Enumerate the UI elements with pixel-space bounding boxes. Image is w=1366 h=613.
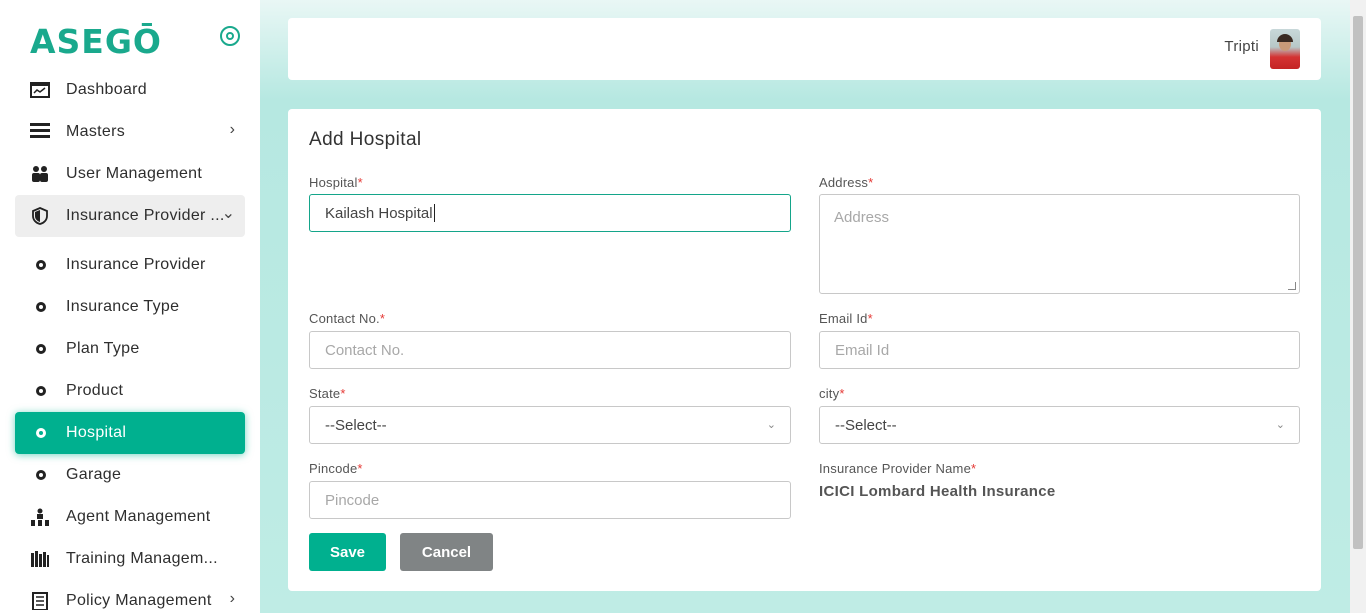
sidebar-item-label: Training Managem... <box>66 550 218 567</box>
dashboard-icon <box>30 81 50 99</box>
sidebar-item-label: Insurance Provider <box>66 256 206 273</box>
sidebar-item-label: Masters <box>66 123 125 140</box>
sidebar-item-garage[interactable]: Garage <box>15 454 245 496</box>
contact-input[interactable]: Contact No. <box>309 331 791 369</box>
pincode-input[interactable]: Pincode <box>309 481 791 519</box>
bullet-icon <box>36 302 46 312</box>
hospital-input[interactable]: Kailash Hospital <box>309 194 791 232</box>
users-icon <box>30 165 50 183</box>
state-select[interactable]: --Select-- ⌄ <box>309 406 791 444</box>
pincode-label: Pincode* <box>309 461 363 476</box>
cancel-button[interactable]: Cancel <box>400 533 493 571</box>
bullet-icon <box>36 386 46 396</box>
sidebar: ASEGŌ Dashboard Masters › User Managemen… <box>0 0 260 613</box>
scrollbar[interactable] <box>1350 0 1366 613</box>
sidebar-item-label: Hospital <box>66 424 127 441</box>
brand-logo: ASEGŌ <box>30 22 162 61</box>
sidebar-item-training-management[interactable]: Training Managem... <box>15 538 245 580</box>
email-input[interactable]: Email Id <box>819 331 1300 369</box>
scrollbar-thumb[interactable] <box>1353 16 1363 549</box>
top-bar: Tripti <box>288 18 1321 80</box>
sidebar-item-plan-type[interactable]: Plan Type <box>15 328 245 370</box>
sidebar-item-dashboard[interactable]: Dashboard <box>15 69 245 111</box>
sidebar-item-label: Insurance Provider ... <box>66 207 225 224</box>
city-label: city* <box>819 386 845 401</box>
bullet-icon <box>36 428 46 438</box>
sidebar-item-user-management[interactable]: User Management <box>15 153 245 195</box>
bullet-icon <box>36 260 46 270</box>
resize-handle-icon[interactable] <box>1288 282 1296 290</box>
hospital-label: Hospital* <box>309 175 363 190</box>
policy-icon <box>30 592 50 611</box>
sidebar-item-insurance-type[interactable]: Insurance Type <box>15 286 245 328</box>
chevron-right-icon: › <box>229 121 235 138</box>
list-icon <box>30 123 50 141</box>
shield-icon <box>30 207 50 225</box>
sidebar-item-label: Product <box>66 382 124 399</box>
sidebar-item-label: Garage <box>66 466 122 483</box>
address-textarea[interactable]: Address <box>819 194 1300 294</box>
sidebar-toggle-icon[interactable] <box>220 26 240 46</box>
insurance-provider-label: Insurance Provider Name* <box>819 461 977 476</box>
save-button[interactable]: Save <box>309 533 386 571</box>
bullet-icon <box>36 470 46 480</box>
sidebar-item-agent-management[interactable]: Agent Management <box>15 496 245 538</box>
sidebar-item-label: Dashboard <box>66 81 147 98</box>
main-content: Tripti Add Hospital Hospital* Kailash Ho… <box>260 0 1350 613</box>
bullet-icon <box>36 344 46 354</box>
sidebar-item-insurance-provider[interactable]: Insurance Provider <box>15 244 245 286</box>
agent-icon <box>30 508 50 526</box>
sidebar-item-product[interactable]: Product <box>15 370 245 412</box>
sidebar-item-hospital[interactable]: Hospital <box>15 412 245 454</box>
sidebar-item-label: Policy Management <box>66 592 212 609</box>
page-title: Add Hospital <box>309 129 422 150</box>
city-select[interactable]: --Select-- ⌄ <box>819 406 1300 444</box>
sidebar-item-label: User Management <box>66 165 203 182</box>
sidebar-item-policy-management[interactable]: Policy Management › <box>15 580 245 613</box>
avatar[interactable] <box>1270 29 1300 69</box>
chevron-right-icon: › <box>229 590 235 607</box>
insurance-provider-value: ICICI Lombard Health Insurance <box>819 483 1056 500</box>
user-name[interactable]: Tripti <box>1224 38 1259 55</box>
sidebar-item-label: Plan Type <box>66 340 140 357</box>
chevron-down-icon: ⌄ <box>221 205 235 222</box>
sidebar-item-label: Agent Management <box>66 508 211 525</box>
sidebar-item-insurance-provider-group[interactable]: Insurance Provider ... ⌄ <box>15 195 245 237</box>
contact-label: Contact No.* <box>309 311 386 326</box>
address-label: Address* <box>819 175 874 190</box>
chevron-down-icon: ⌄ <box>766 419 776 431</box>
chevron-down-icon: ⌄ <box>1275 419 1285 431</box>
sidebar-item-label: Insurance Type <box>66 298 180 315</box>
sidebar-item-masters[interactable]: Masters › <box>15 111 245 153</box>
books-icon <box>30 550 50 568</box>
email-label: Email Id* <box>819 311 873 326</box>
state-label: State* <box>309 386 346 401</box>
logo-row: ASEGŌ <box>30 20 245 61</box>
add-hospital-card: Add Hospital Hospital* Kailash Hospital … <box>288 109 1321 591</box>
